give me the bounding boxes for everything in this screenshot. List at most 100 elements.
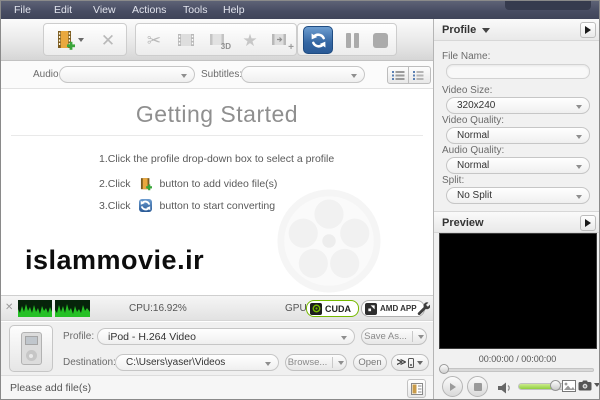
- step-3: 3.Click button to start converting: [99, 199, 275, 212]
- destination-select[interactable]: C:\Users\yaser\Videos: [115, 354, 279, 371]
- menu-actions[interactable]: Actions: [132, 4, 166, 16]
- step-1-text: 1.Click the profile drop-down box to sel…: [99, 153, 335, 165]
- snapshot-options-button[interactable]: [594, 383, 599, 387]
- menu-view[interactable]: View: [93, 4, 116, 16]
- video-preview-screen: [439, 233, 597, 349]
- film-reel-watermark-icon: [277, 189, 381, 293]
- split-select[interactable]: No Split: [446, 187, 590, 204]
- destination-value: C:\Users\yaser\Videos: [126, 357, 226, 368]
- open-snapshot-folder-button[interactable]: [562, 380, 576, 392]
- settings-wrench-button[interactable]: [416, 301, 431, 320]
- menu-tools[interactable]: Tools: [183, 4, 208, 16]
- pause-button[interactable]: [339, 26, 365, 54]
- profile-value: iPod - H.264 Video: [108, 330, 196, 343]
- file-hint-text: Please add file(s): [10, 382, 92, 394]
- subtitles-select[interactable]: [241, 66, 365, 83]
- pause-icon: [345, 32, 351, 48]
- menu-help[interactable]: Help: [223, 4, 245, 16]
- film-merge-icon: [272, 34, 286, 45]
- audio-quality-select[interactable]: Normal: [446, 157, 590, 174]
- volume-slider-handle[interactable]: [550, 380, 561, 391]
- preview-stop-button[interactable]: [467, 376, 488, 397]
- scissors-icon: ✂: [146, 30, 162, 50]
- convert-arrows-icon: [311, 33, 325, 47]
- audio-quality-label: Audio Quality:: [442, 145, 505, 156]
- video-size-label: Video Size:: [442, 85, 493, 96]
- browse-label: Browse...: [287, 357, 328, 368]
- convert-button[interactable]: [303, 26, 333, 54]
- cuda-label: CUDA: [325, 303, 351, 314]
- preview-collapse-arrow-icon: [585, 219, 591, 227]
- audio-label: Audio:: [33, 69, 62, 80]
- ipod-icon: [20, 332, 42, 365]
- open-button[interactable]: Open: [353, 354, 387, 371]
- video-size-value: 320x240: [457, 100, 496, 111]
- effects-button[interactable]: ★: [236, 26, 264, 54]
- 3d-label: 3D: [220, 42, 231, 51]
- add-video-button[interactable]: [47, 26, 91, 54]
- site-watermark: islammovie.ir: [25, 245, 205, 275]
- cuda-button[interactable]: CUDA: [306, 300, 359, 317]
- step-2: 2.Click button to add video file(s): [99, 177, 277, 191]
- destination-caret-icon: [265, 361, 271, 366]
- options-bar: Audio: Subtitles:: [1, 61, 433, 89]
- toolbar-group-convert: [297, 23, 397, 56]
- main-area: Getting Started 1.Click the profile drop…: [1, 89, 433, 295]
- preview-header-title: Preview: [442, 216, 484, 229]
- browse-button[interactable]: Browse...: [285, 354, 347, 371]
- preview-panel-header: Preview: [434, 211, 599, 233]
- video-quality-caret-icon: [576, 134, 582, 139]
- subtitles-label: Subtitles:: [201, 69, 243, 80]
- save-as-button[interactable]: Save As...: [361, 328, 427, 345]
- toolbar-group-edit: ✂ 3D ★ +: [135, 23, 297, 56]
- audio-select[interactable]: [59, 66, 195, 83]
- snapshot-caret-icon: [594, 383, 599, 387]
- add-video-icon: [57, 31, 75, 50]
- delete-button[interactable]: ✕: [94, 26, 122, 54]
- profile-header-caret-icon[interactable]: [482, 28, 490, 33]
- file-name-input[interactable]: [446, 64, 590, 79]
- effects-3d-button[interactable]: 3D: [204, 26, 232, 54]
- wrench-icon: [417, 302, 431, 316]
- step-3-prefix: 3.Click: [99, 199, 131, 212]
- split-value: No Split: [457, 190, 493, 201]
- cpu-usage-text: CPU:16.92%: [129, 303, 187, 314]
- menu-edit[interactable]: Edit: [54, 4, 72, 16]
- speaker-icon: [498, 382, 510, 394]
- status-bar: ✕ CPU:16.92% GPU: CUDA AMD APP: [1, 295, 433, 321]
- task-queue-button[interactable]: [407, 379, 426, 398]
- playback-time-display: 00:00:00 / 00:00:00: [478, 354, 557, 364]
- nvidia-logo-icon: [310, 302, 322, 315]
- audio-caret-icon: [181, 73, 187, 78]
- seek-slider-handle[interactable]: [439, 364, 449, 374]
- split-label: Split:: [442, 175, 465, 186]
- status-close-icon[interactable]: ✕: [5, 302, 13, 313]
- view-detail-button[interactable]: [409, 66, 431, 84]
- profile-caret-icon: [341, 335, 347, 340]
- star-icon: ★: [242, 30, 258, 50]
- mute-button[interactable]: [498, 381, 512, 399]
- video-quality-select[interactable]: Normal: [446, 127, 590, 144]
- split-caret-icon: [576, 194, 582, 199]
- snapshot-button[interactable]: [578, 380, 592, 391]
- profile-select[interactable]: iPod - H.264 Video: [97, 328, 355, 345]
- device-profile-button[interactable]: [9, 325, 53, 372]
- add-video-dropdown-caret: [77, 38, 84, 42]
- crop-button[interactable]: [172, 26, 200, 54]
- merge-button[interactable]: +: [266, 26, 294, 54]
- preview-play-button[interactable]: [442, 376, 463, 397]
- transfer-to-device-button[interactable]: ≫: [391, 354, 429, 371]
- browse-caret-icon: [338, 360, 345, 365]
- subtitles-caret-icon: [351, 73, 357, 78]
- menu-file[interactable]: File: [14, 4, 31, 16]
- open-label: Open: [358, 357, 382, 368]
- collapse-profile-panel-button[interactable]: [580, 22, 596, 38]
- collapse-preview-panel-button[interactable]: [580, 215, 596, 231]
- stop-button[interactable]: [367, 26, 393, 54]
- video-size-select[interactable]: 320x240: [446, 97, 590, 114]
- toolbar: ✕ ✂ 3D ★ +: [1, 19, 433, 61]
- view-list-button[interactable]: [387, 66, 409, 84]
- seek-slider[interactable]: [442, 368, 594, 372]
- step-2-prefix: 2.Click: [99, 178, 131, 190]
- clip-button[interactable]: ✂: [140, 26, 168, 54]
